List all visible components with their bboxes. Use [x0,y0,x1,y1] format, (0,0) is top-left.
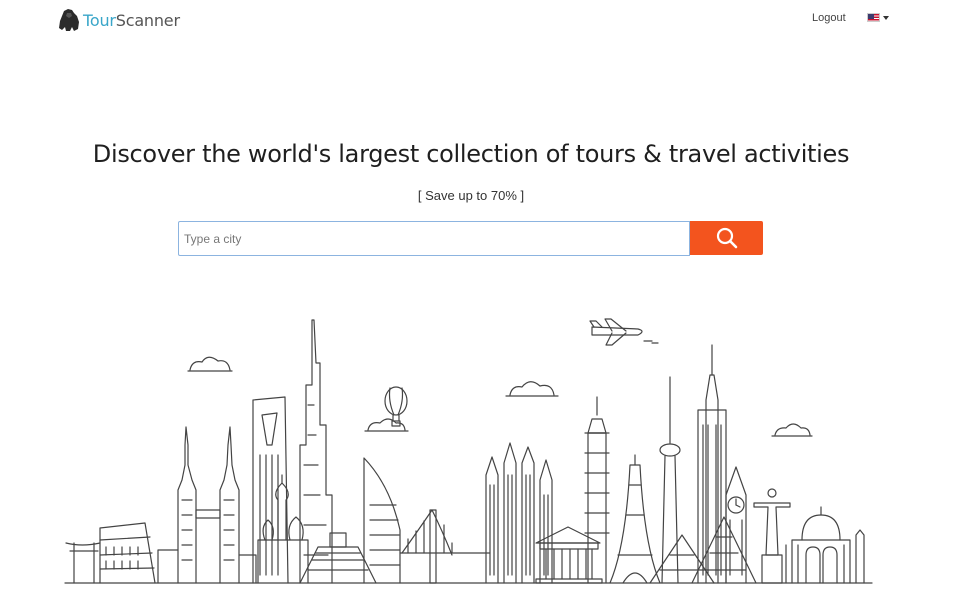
chevron-down-icon [883,15,889,20]
savings-subheadline: [ Save up to 70% ] [417,188,525,203]
christ-the-redeemer-statue [754,489,790,583]
eiffel-tower-building [610,455,660,583]
taj-mahal-building [786,507,864,583]
logout-link[interactable]: Logout [812,12,846,24]
cloud-center-icon [506,382,558,396]
big-ben-building [726,467,746,583]
city-search-input[interactable] [178,221,690,256]
petronas-towers-building [158,427,256,583]
logo-wordmark: TourScanner [83,11,180,30]
cloud-right-icon [772,424,812,436]
golden-gate-bridge [400,510,490,583]
parthenon-building [536,527,602,583]
language-selector[interactable] [867,13,889,22]
gorilla-logo-icon [59,9,79,31]
logo-text-tour: Tour [83,10,116,30]
search-icon [716,227,737,249]
world-skyline-illustration [60,315,880,590]
empire-state-building [698,345,726,583]
search-button[interactable] [690,221,763,255]
hot-air-balloon-icon [385,387,407,426]
burj-al-arab-building [364,458,400,583]
airplane-icon [590,319,658,345]
tourscanner-logo[interactable]: TourScanner [58,8,180,32]
taipei-101-building [585,397,609,583]
torii-gate-building [66,543,100,583]
logo-text-scanner: Scanner [115,10,180,30]
page-headline: Discover the world's largest collection … [92,140,850,168]
us-flag-icon [867,13,880,22]
cloud-left-icon [188,357,232,371]
burj-khalifa-building [300,320,332,583]
cloud-balloon-icon [365,419,408,431]
colosseum-building [100,523,155,583]
sagrada-familia-building [486,443,552,583]
top-navigation-bar: TourScanner Logout [0,0,956,42]
